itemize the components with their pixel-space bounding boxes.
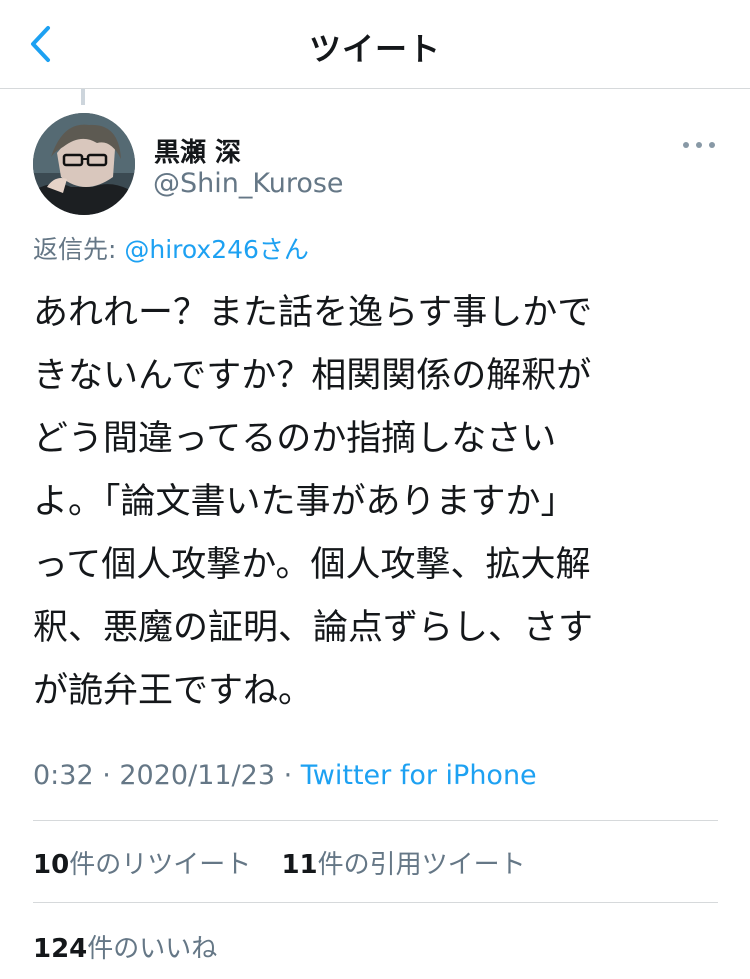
more-options-icon[interactable] bbox=[683, 134, 715, 156]
likes-stats-row: 124件のいいね bbox=[33, 928, 239, 965]
dot bbox=[683, 142, 689, 148]
dot bbox=[696, 142, 702, 148]
tweet-source-link[interactable]: Twitter for iPhone bbox=[301, 760, 537, 791]
likes-stat[interactable]: 124件のいいね bbox=[33, 934, 217, 964]
reply-to-prefix: 返信先: bbox=[33, 235, 125, 264]
likes-count: 124 bbox=[33, 934, 88, 964]
likes-label: 件のいいね bbox=[87, 934, 218, 964]
retweets-label: 件のリツイート bbox=[69, 850, 252, 880]
user-handle[interactable]: @Shin_Kurose bbox=[153, 168, 344, 199]
navigation-bar: ツイート bbox=[0, 0, 750, 89]
avatar[interactable] bbox=[33, 113, 135, 215]
thread-connector-line bbox=[81, 89, 85, 105]
quote-tweets-stat[interactable]: 11件の引用ツイート bbox=[281, 850, 525, 880]
tweet-metadata: 0:32 · 2020/11/23 · Twitter for iPhone bbox=[33, 760, 537, 791]
reply-to-line: 返信先: @hirox246さん bbox=[33, 230, 309, 266]
tweet-timestamp: 0:32 · 2020/11/23 · bbox=[33, 760, 301, 791]
user-display-name[interactable]: 黒瀬 深 bbox=[154, 132, 241, 169]
quotes-label: 件の引用ツイート bbox=[317, 850, 526, 880]
retweets-stat[interactable]: 10件のリツイート bbox=[33, 850, 251, 880]
tweet-text: あれれー？また話を逸らす事しかで きないんですか？相関関係の解釈が どう間違って… bbox=[33, 293, 594, 711]
retweet-stats-row: 10件のリツイート 11件の引用ツイート bbox=[33, 844, 548, 881]
retweets-count: 10 bbox=[33, 850, 70, 880]
reply-to-user-link[interactable]: @hirox246さん bbox=[124, 235, 309, 264]
avatar-image bbox=[33, 113, 135, 215]
page-title: ツイート bbox=[308, 30, 441, 68]
quotes-count: 11 bbox=[281, 850, 318, 880]
dot bbox=[709, 142, 715, 148]
divider bbox=[33, 820, 718, 821]
divider bbox=[33, 902, 718, 903]
